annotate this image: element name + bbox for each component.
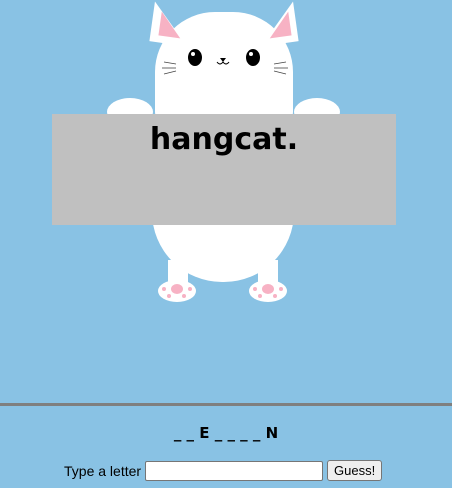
game-title: hangcat. [149, 122, 299, 157]
cat-right-toe [279, 287, 283, 291]
cat-right-foot-pad [262, 284, 274, 294]
cat-left-toe [182, 294, 186, 298]
cat-left-toe [167, 294, 171, 298]
cat-right-toe [258, 294, 262, 298]
divider [0, 403, 452, 406]
title-sign: hangcat. [52, 114, 396, 225]
word-progress: _ _ E _ _ _ _ N [173, 424, 279, 442]
cat-left-toe [162, 287, 166, 291]
cat-whiskers [162, 61, 288, 75]
cat-left-toe [188, 287, 192, 291]
guess-form: Type a letter Guess! [64, 460, 383, 481]
hangcat-stage: hangcat. [0, 0, 452, 405]
letter-input[interactable] [145, 460, 324, 481]
guess-label: Type a letter [64, 462, 142, 479]
cat-left-ear-inner [158, 11, 184, 39]
cat-right-ear-inner [266, 11, 292, 39]
guess-button[interactable]: Guess! [327, 460, 383, 481]
cat-right-toe [253, 287, 257, 291]
cat-right-toe [273, 294, 277, 298]
cat-left-foot-pad [171, 284, 183, 294]
